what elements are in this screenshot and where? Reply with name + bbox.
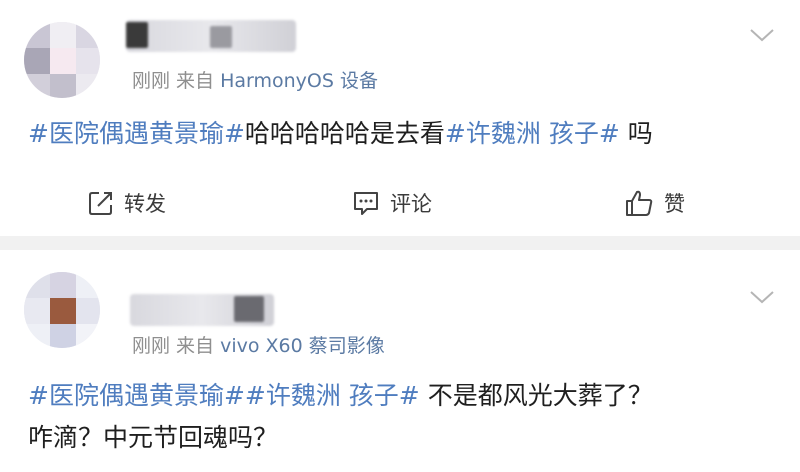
weibo-post: 刚刚 来自 HarmonyOS 设备 #医院偶遇黄景瑜#哈哈哈哈哈是去看#许魏洲… bbox=[0, 0, 800, 236]
hashtag[interactable]: #医院偶遇黄景瑜# bbox=[28, 119, 245, 148]
post-device[interactable]: HarmonyOS 设备 bbox=[220, 70, 378, 92]
post-content: #医院偶遇黄景瑜##许魏洲 孩子# 不是都风光大葬了？ 咋滴？中元节回魂吗？ bbox=[28, 375, 772, 459]
post-content: #医院偶遇黄景瑜#哈哈哈哈哈是去看#许魏洲 孩子# 吗 bbox=[28, 113, 772, 155]
thumbs-up-icon bbox=[626, 190, 653, 216]
comment-label: 评论 bbox=[390, 192, 432, 216]
post-text: 不是都风光大葬了？ bbox=[419, 381, 653, 410]
username-obscured[interactable] bbox=[126, 20, 296, 52]
post-text: 哈哈哈哈哈是去看 bbox=[244, 119, 445, 148]
like-label: 赞 bbox=[664, 192, 685, 216]
comment-button[interactable]: 评论 bbox=[352, 178, 432, 228]
post-device[interactable]: vivo X60 蔡司影像 bbox=[220, 335, 385, 357]
post-meta: 刚刚 来自 HarmonyOS 设备 bbox=[132, 66, 378, 93]
post-actions: 转发 评论 赞 bbox=[0, 178, 800, 228]
repost-button[interactable]: 转发 bbox=[88, 178, 166, 228]
repost-icon bbox=[89, 192, 112, 215]
post-meta: 刚刚 来自 vivo X60 蔡司影像 bbox=[132, 331, 385, 358]
hashtag[interactable]: #许魏洲 孩子# bbox=[445, 119, 620, 148]
avatar[interactable] bbox=[24, 272, 100, 348]
hashtag[interactable]: #许魏洲 孩子# bbox=[245, 381, 420, 410]
avatar[interactable] bbox=[24, 22, 100, 98]
username-obscured[interactable] bbox=[130, 294, 274, 326]
weibo-post: 刚刚 来自 vivo X60 蔡司影像 #医院偶遇黄景瑜##许魏洲 孩子# 不是… bbox=[0, 250, 800, 472]
post-text: 吗 bbox=[619, 119, 653, 148]
post-text: 咋滴？中元节回魂吗？ bbox=[28, 423, 279, 452]
hashtag[interactable]: #医院偶遇黄景瑜# bbox=[28, 381, 245, 410]
chevron-down-icon[interactable] bbox=[749, 288, 775, 306]
comment-icon bbox=[354, 192, 378, 215]
post-divider bbox=[0, 236, 800, 250]
repost-label: 转发 bbox=[124, 192, 166, 216]
like-button[interactable]: 赞 bbox=[624, 178, 685, 228]
post-time-source: 刚刚 来自 bbox=[132, 335, 221, 357]
chevron-down-icon[interactable] bbox=[749, 26, 775, 44]
post-time-source: 刚刚 来自 bbox=[132, 70, 221, 92]
